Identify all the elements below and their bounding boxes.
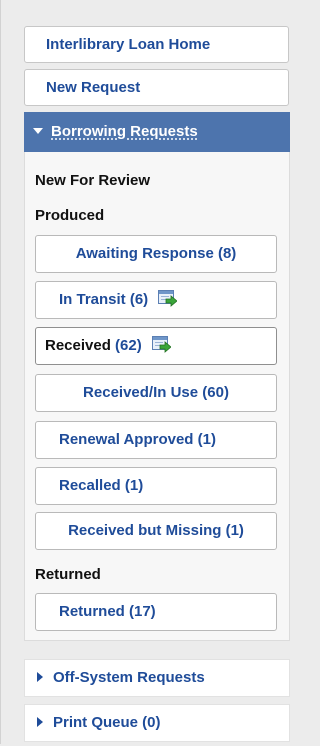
received-count: (62) [115, 337, 142, 354]
transfer-arrow-icon[interactable] [151, 336, 171, 353]
ill-home-button[interactable]: Interlibrary Loan Home [24, 26, 289, 63]
triangle-right-icon [37, 717, 43, 727]
renewal-approved-button[interactable]: Renewal Approved (1) [35, 421, 277, 459]
received-in-use-button[interactable]: Received/In Use (60) [35, 374, 277, 412]
off-system-requests-label: Off-System Requests [53, 669, 205, 686]
in-transit-button[interactable]: In Transit (6) [35, 281, 277, 319]
ill-home-label: Interlibrary Loan Home [46, 36, 211, 53]
received-missing-button[interactable]: Received but Missing (1) [35, 512, 277, 550]
awaiting-response-button[interactable]: Awaiting Response (8) [35, 235, 277, 273]
borrowing-requests-label: Borrowing Requests [51, 123, 198, 140]
new-request-label: New Request [46, 79, 141, 96]
in-transit-label: In Transit (6) [59, 291, 149, 308]
awaiting-response-label: Awaiting Response (8) [75, 245, 237, 262]
sidebar: Interlibrary Loan Home New Request Borro… [0, 0, 299, 746]
triangle-right-icon [37, 672, 43, 682]
new-for-review-link[interactable]: New For Review [35, 172, 150, 189]
recalled-label: Recalled (1) [59, 477, 144, 494]
print-queue-label: Print Queue (0) [53, 714, 161, 731]
off-system-requests-row[interactable]: Off-System Requests [24, 659, 290, 697]
transfer-arrow-icon[interactable] [158, 290, 178, 307]
borrowing-requests-header[interactable]: Borrowing Requests [24, 112, 290, 152]
returned-heading: Returned [35, 566, 101, 583]
new-request-button[interactable]: New Request [24, 69, 289, 106]
received-button[interactable]: Received (62) [35, 327, 277, 365]
returned-button[interactable]: Returned (17) [35, 593, 277, 631]
received-in-use-label: Received/In Use (60) [83, 384, 229, 401]
print-queue-row[interactable]: Print Queue (0) [24, 704, 290, 742]
received-label: Received [45, 337, 111, 354]
triangle-down-icon [33, 128, 43, 134]
received-missing-label: Received but Missing (1) [68, 522, 244, 539]
renewal-approved-label: Renewal Approved (1) [59, 431, 216, 448]
recalled-button[interactable]: Recalled (1) [35, 467, 277, 505]
returned-label: Returned (17) [59, 603, 156, 620]
produced-heading: Produced [35, 207, 105, 224]
